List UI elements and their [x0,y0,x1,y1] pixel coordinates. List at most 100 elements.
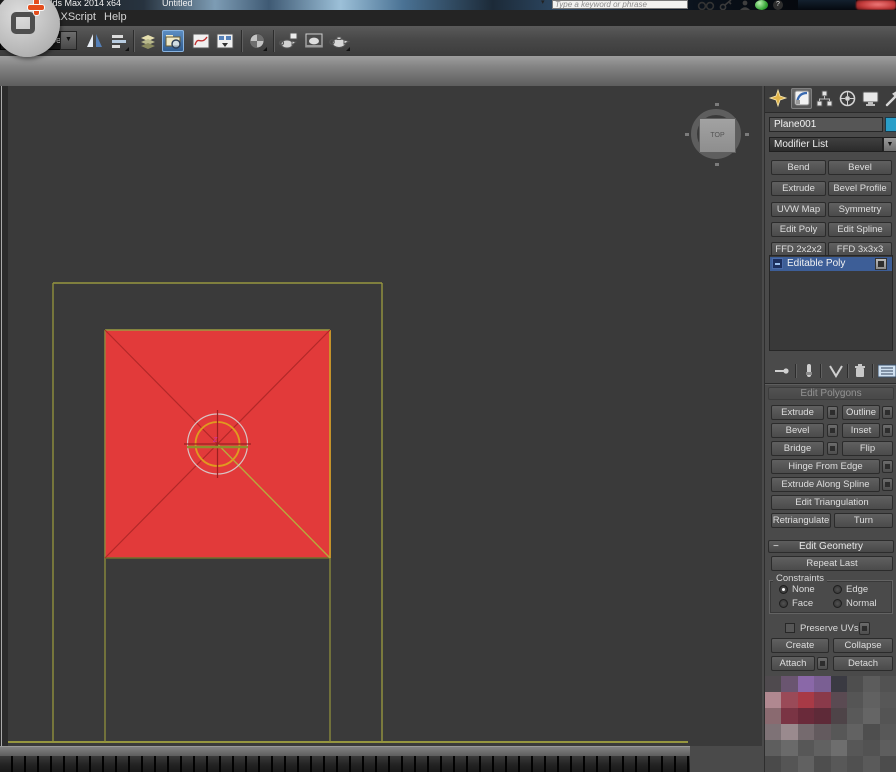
modifier-button-extrude[interactable]: Extrude [771,181,826,196]
detach-button[interactable]: Detach [833,656,893,671]
modifier-button-edit-spline[interactable]: Edit Spline [828,222,892,237]
constraint-radio-normal[interactable] [833,599,842,608]
edit-geometry-rollout-header[interactable]: − Edit Geometry [768,540,894,553]
hinge-settings-button[interactable] [882,460,893,473]
bevel-button[interactable]: Bevel [771,423,824,438]
censored-mosaic [765,676,896,772]
extrude-button[interactable]: Extrude [771,405,824,420]
render-production-button[interactable] [329,30,351,52]
selection-set-dropdown-arrow[interactable]: ▼ [60,31,77,50]
configure-modifier-sets-icon[interactable] [878,364,896,378]
censored-block [814,724,830,740]
tab-modify[interactable] [791,88,812,109]
binoculars-icon[interactable] [697,0,715,10]
constraint-radio-face[interactable] [779,599,788,608]
collapse-button[interactable]: Collapse [833,638,893,653]
hinge-from-edge-button[interactable]: Hinge From Edge [771,459,880,474]
attach-settings-button[interactable] [817,657,828,670]
viewport-top[interactable]: z TOP [8,86,762,746]
tab-motion[interactable] [837,88,858,109]
pin-stack-icon[interactable] [773,364,791,378]
graphite-modeling-icon [162,30,184,52]
censored-block [814,740,830,756]
manage-layers-button[interactable] [137,30,159,52]
extrude-along-spline-settings-button[interactable] [882,478,893,491]
create-icon [768,88,789,109]
extrude-settings-button[interactable] [827,406,838,419]
edit-triangulation-button[interactable]: Edit Triangulation [771,495,893,510]
tab-hierarchy[interactable] [814,88,835,109]
tab-utilities[interactable] [883,88,896,109]
censored-block [880,740,896,756]
modifier-button-uvw-map[interactable]: UVW Map [771,202,826,217]
search-input[interactable] [552,0,688,9]
modifier-list-arrow[interactable]: ▼ [883,137,896,152]
outline-button[interactable]: Outline [842,405,880,420]
title-bar: sk 3ds Max 2014 x64 Untitled ▾ ? [0,0,896,10]
toolbar-separator [241,30,242,52]
censored-block [814,676,830,692]
tab-display[interactable] [860,88,881,109]
communication-center-icon[interactable] [755,0,768,10]
stack-item-toggle[interactable] [875,258,887,270]
material-editor-button[interactable] [246,30,268,52]
make-unique-icon[interactable] [828,364,844,378]
constraint-radio-none[interactable] [779,585,788,594]
viewcube-top-face[interactable]: TOP [699,118,736,153]
censored-block [765,740,781,756]
modifier-button-symmetry[interactable]: Symmetry [828,202,892,217]
key-icon[interactable] [719,0,733,10]
main-toolbar: e Selection Se ▼ [0,26,896,57]
modifier-button-bend[interactable]: Bend [771,160,826,175]
workspace-caret-icon[interactable]: ▾ [541,0,545,6]
viewport-canvas[interactable]: z [8,86,762,746]
edit-polygons-rollout-header[interactable]: Edit Polygons [768,387,894,400]
graphite-modeling-toggle-button[interactable] [162,30,184,52]
create-button[interactable]: Create [771,638,829,653]
retriangulate-button[interactable]: Retriangulate [771,513,831,528]
layers-icon [137,30,159,52]
flip-button[interactable]: Flip [842,441,893,456]
user-icon[interactable] [739,0,751,10]
bridge-button[interactable]: Bridge [771,441,824,456]
constraint-radio-edge[interactable] [833,585,842,594]
extrude-along-spline-button[interactable]: Extrude Along Spline [771,477,880,492]
schematic-view-button[interactable] [214,30,236,52]
mirror-button[interactable] [84,30,106,52]
turn-button[interactable]: Turn [834,513,893,528]
rendered-frame-button[interactable] [303,30,325,52]
viewcube[interactable]: TOP [684,102,750,168]
inset-settings-button[interactable] [882,424,893,437]
object-color-swatch[interactable] [885,117,896,132]
stack-toolbar-separator [795,364,796,378]
help-icon[interactable]: ? [773,0,783,10]
render-setup-icon [278,30,300,52]
repeat-last-button[interactable]: Repeat Last [771,556,893,571]
stack-item-editable-poly[interactable]: Editable Poly [770,257,892,271]
bevel-settings-button[interactable] [827,424,838,437]
censored-block [847,692,863,708]
track-bar-ruler[interactable] [0,756,690,772]
preserve-uvs-settings-button[interactable] [859,622,870,635]
curve-editor-button[interactable] [190,30,212,52]
render-setup-button[interactable] [278,30,300,52]
preserve-uvs-checkbox[interactable] [785,623,795,633]
modifier-list-dropdown[interactable]: Modifier List [769,137,883,152]
window-controls-blurred[interactable] [856,0,896,10]
modifier-button-bevel[interactable]: Bevel [828,160,892,175]
show-end-result-icon[interactable] [804,363,814,379]
object-name-field[interactable]: Plane001 [769,117,883,132]
outline-settings-button[interactable] [882,406,893,419]
remove-modifier-icon[interactable] [853,363,867,379]
menu-help[interactable]: Help [104,11,127,23]
align-button[interactable] [108,30,130,52]
modifier-stack[interactable]: Editable Poly [769,255,893,351]
tab-create[interactable] [768,88,789,109]
attach-button[interactable]: Attach [771,656,815,671]
stack-toolbar [765,362,896,380]
bridge-settings-button[interactable] [827,442,838,455]
inset-button[interactable]: Inset [842,423,880,438]
modifier-button-edit-poly[interactable]: Edit Poly [771,222,826,237]
censored-block [798,724,814,740]
modifier-button-bevel-profile[interactable]: Bevel Profile [828,181,892,196]
